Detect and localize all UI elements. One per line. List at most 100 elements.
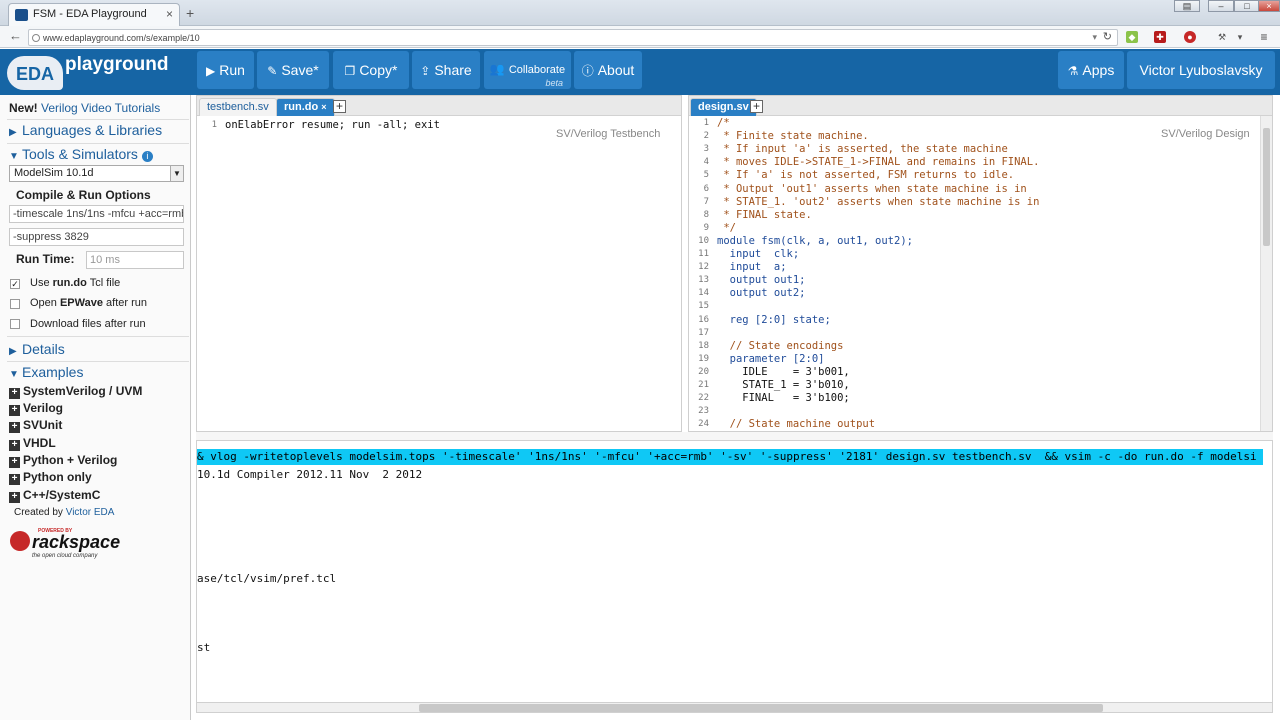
example-verilog[interactable]: + Verilog [9,401,63,416]
pencil-icon: ✎ [267,64,278,78]
console-line: 10.1d Compiler 2012.11 Nov 2 2012 [197,468,423,481]
extension-leaf-icon[interactable]: ◆ [1126,31,1138,43]
tab-design-sv[interactable]: design.sv [690,98,757,116]
simulator-select[interactable]: ModelSim 10.1d ▼ [9,165,184,182]
info-icon[interactable]: i [141,151,153,162]
example-svunit[interactable]: + SVUnit [9,418,62,433]
profile-icon[interactable]: ▤ [1174,0,1200,12]
back-icon[interactable]: ← [9,28,22,43]
menu-icon[interactable]: ≡ [1258,31,1270,43]
logo-text: playground [65,54,169,75]
example-python-verilog[interactable]: + Python + Verilog [9,453,117,468]
globe-icon [32,34,40,42]
code-line: reg [2:0] state; [717,313,831,326]
line-number: 24 [698,419,709,430]
window-close-icon[interactable]: × [1258,0,1280,12]
video-tutorials-link[interactable]: Verilog Video Tutorials [41,101,160,115]
line-gutter: 1 2 3 4 5 6 7 8 9 10 11 12 13 14 15 16 17 18 19 20 21 22 23 24 [689,116,713,431]
close-tab-icon[interactable]: × [166,7,173,21]
download-files-label: Download files after run [30,318,146,330]
dropdown-icon[interactable]: ▾ [1092,32,1097,43]
use-rundo-label: Use run.do Tcl file [30,277,121,289]
extension-cross-icon[interactable]: ✚ [1154,31,1166,43]
browser-tab-title: FSM - EDA Playground [33,8,147,20]
victor-eda-link[interactable]: Victor EDA [66,507,115,518]
example-systemverilog-uvm[interactable]: + SystemVerilog / UVM [9,384,142,399]
caret-right-icon: ▶ [9,127,17,138]
line-number: 5 [703,170,709,181]
url-input[interactable]: www.edaplayground.com/s/example/10 ▾ ↻ [28,29,1118,46]
testbench-code[interactable]: 1 onElabError resume; run -all; exit [197,116,681,431]
languages-section[interactable]: ▶ Languages & Libraries [9,122,162,138]
line-number: 18 [698,340,709,351]
more-icon[interactable]: ▾ [1234,31,1246,43]
run-button[interactable]: ▶ Run [197,51,254,89]
code-line: /* [717,117,730,129]
line-number: 17 [698,327,709,338]
save-button[interactable]: ✎ Save* [257,51,329,89]
line-number: 13 [698,275,709,286]
run-options-input[interactable]: -suppress 3829 [9,228,184,246]
code-line: * STATE_1. 'out2' asserts when state mac… [717,195,1040,208]
close-tab-icon[interactable]: × [321,102,326,112]
share-button[interactable]: ⇪ Share [412,51,480,89]
rackspace-logo[interactable]: POWERED BY rackspace the open cloud comp… [10,528,125,564]
editor-language-label: SV/Verilog Design [1161,128,1250,140]
code-line: output out2; [717,287,806,300]
download-files-checkbox[interactable] [10,319,20,329]
tab-testbench-sv[interactable]: testbench.sv [199,98,277,116]
design-editor: design.sv + 1 2 3 4 5 6 7 8 9 10 11 12 13 14 15 16 17 18 1… [688,95,1273,432]
about-button[interactable]: ⓘ About [574,51,642,89]
eda-playground-logo[interactable]: EDA playground [7,52,182,92]
minimize-icon[interactable]: – [1208,0,1234,12]
details-section[interactable]: ▶ Details [9,341,65,357]
runtime-label: Run Time: [16,252,75,266]
tab-run-do[interactable]: run.do × [276,98,335,116]
code-line: * moves IDLE->STATE_1->FINAL and remains… [717,156,1040,169]
use-rundo-checkbox[interactable]: ✓ [10,279,20,289]
maximize-icon[interactable]: □ [1234,0,1260,12]
add-file-icon[interactable]: + [750,100,763,113]
new-tab-icon[interactable]: + [186,5,194,21]
horizontal-scrollbar[interactable] [196,702,1273,713]
tools-label: Tools & Simulators [22,146,138,162]
logo-eda: EDA [7,56,63,90]
reload-icon[interactable]: ↻ [1103,30,1112,43]
design-code[interactable]: 1 2 3 4 5 6 7 8 9 10 11 12 13 14 15 16 17 18 19 20 21 22 23 24 … [689,116,1272,431]
example-cpp-systemc[interactable]: + C++/SystemC [9,488,100,503]
apps-button[interactable]: ⚗ Apps [1058,51,1124,89]
tools-icon[interactable]: ⚒ [1216,31,1228,43]
console-line: ase/tcl/vsim/pref.tcl [197,571,337,585]
chevron-down-icon: ▼ [170,166,183,181]
compile-options-input[interactable]: -timescale 1ns/1ns -mfcu +acc=rmb [9,205,184,223]
collaborate-button[interactable]: 👥 Collaborate beta [484,51,571,89]
line-gutter: 1 [197,116,221,431]
runtime-input[interactable]: 10 ms [86,251,184,269]
details-label: Details [22,341,65,357]
open-epwave-checkbox[interactable] [10,299,20,309]
play-icon: ▶ [206,64,216,78]
expand-icon: + [9,422,20,433]
scrollbar-thumb[interactable] [1263,128,1270,246]
apps-label: Apps [1082,62,1115,78]
new-badge: New! [9,101,38,115]
vertical-scrollbar[interactable] [1260,116,1272,431]
expand-icon: + [9,388,20,399]
example-vhdl[interactable]: + VHDL [9,436,56,451]
copy-button[interactable]: ❐ Copy* [333,51,409,89]
browser-tab[interactable]: FSM - EDA Playground × [8,3,180,26]
line-number: 10 [698,235,709,246]
line-number: 16 [698,314,709,325]
examples-section[interactable]: ▼ Examples [9,364,83,380]
line-number: 21 [698,380,709,390]
save-label: Save* [281,62,319,78]
user-menu-button[interactable]: Victor Lyuboslavsky 👤 [1127,51,1275,116]
extension-badge-icon[interactable]: ● [1184,31,1196,43]
scrollbar-thumb[interactable] [419,704,1103,712]
divider [7,361,189,362]
example-python-only[interactable]: + Python only [9,470,92,485]
line-number: 8 [703,209,709,220]
tools-section[interactable]: ▼ Tools & Simulators i [9,146,153,162]
pane-splitter[interactable] [196,432,1273,440]
add-file-icon[interactable]: + [333,100,346,113]
